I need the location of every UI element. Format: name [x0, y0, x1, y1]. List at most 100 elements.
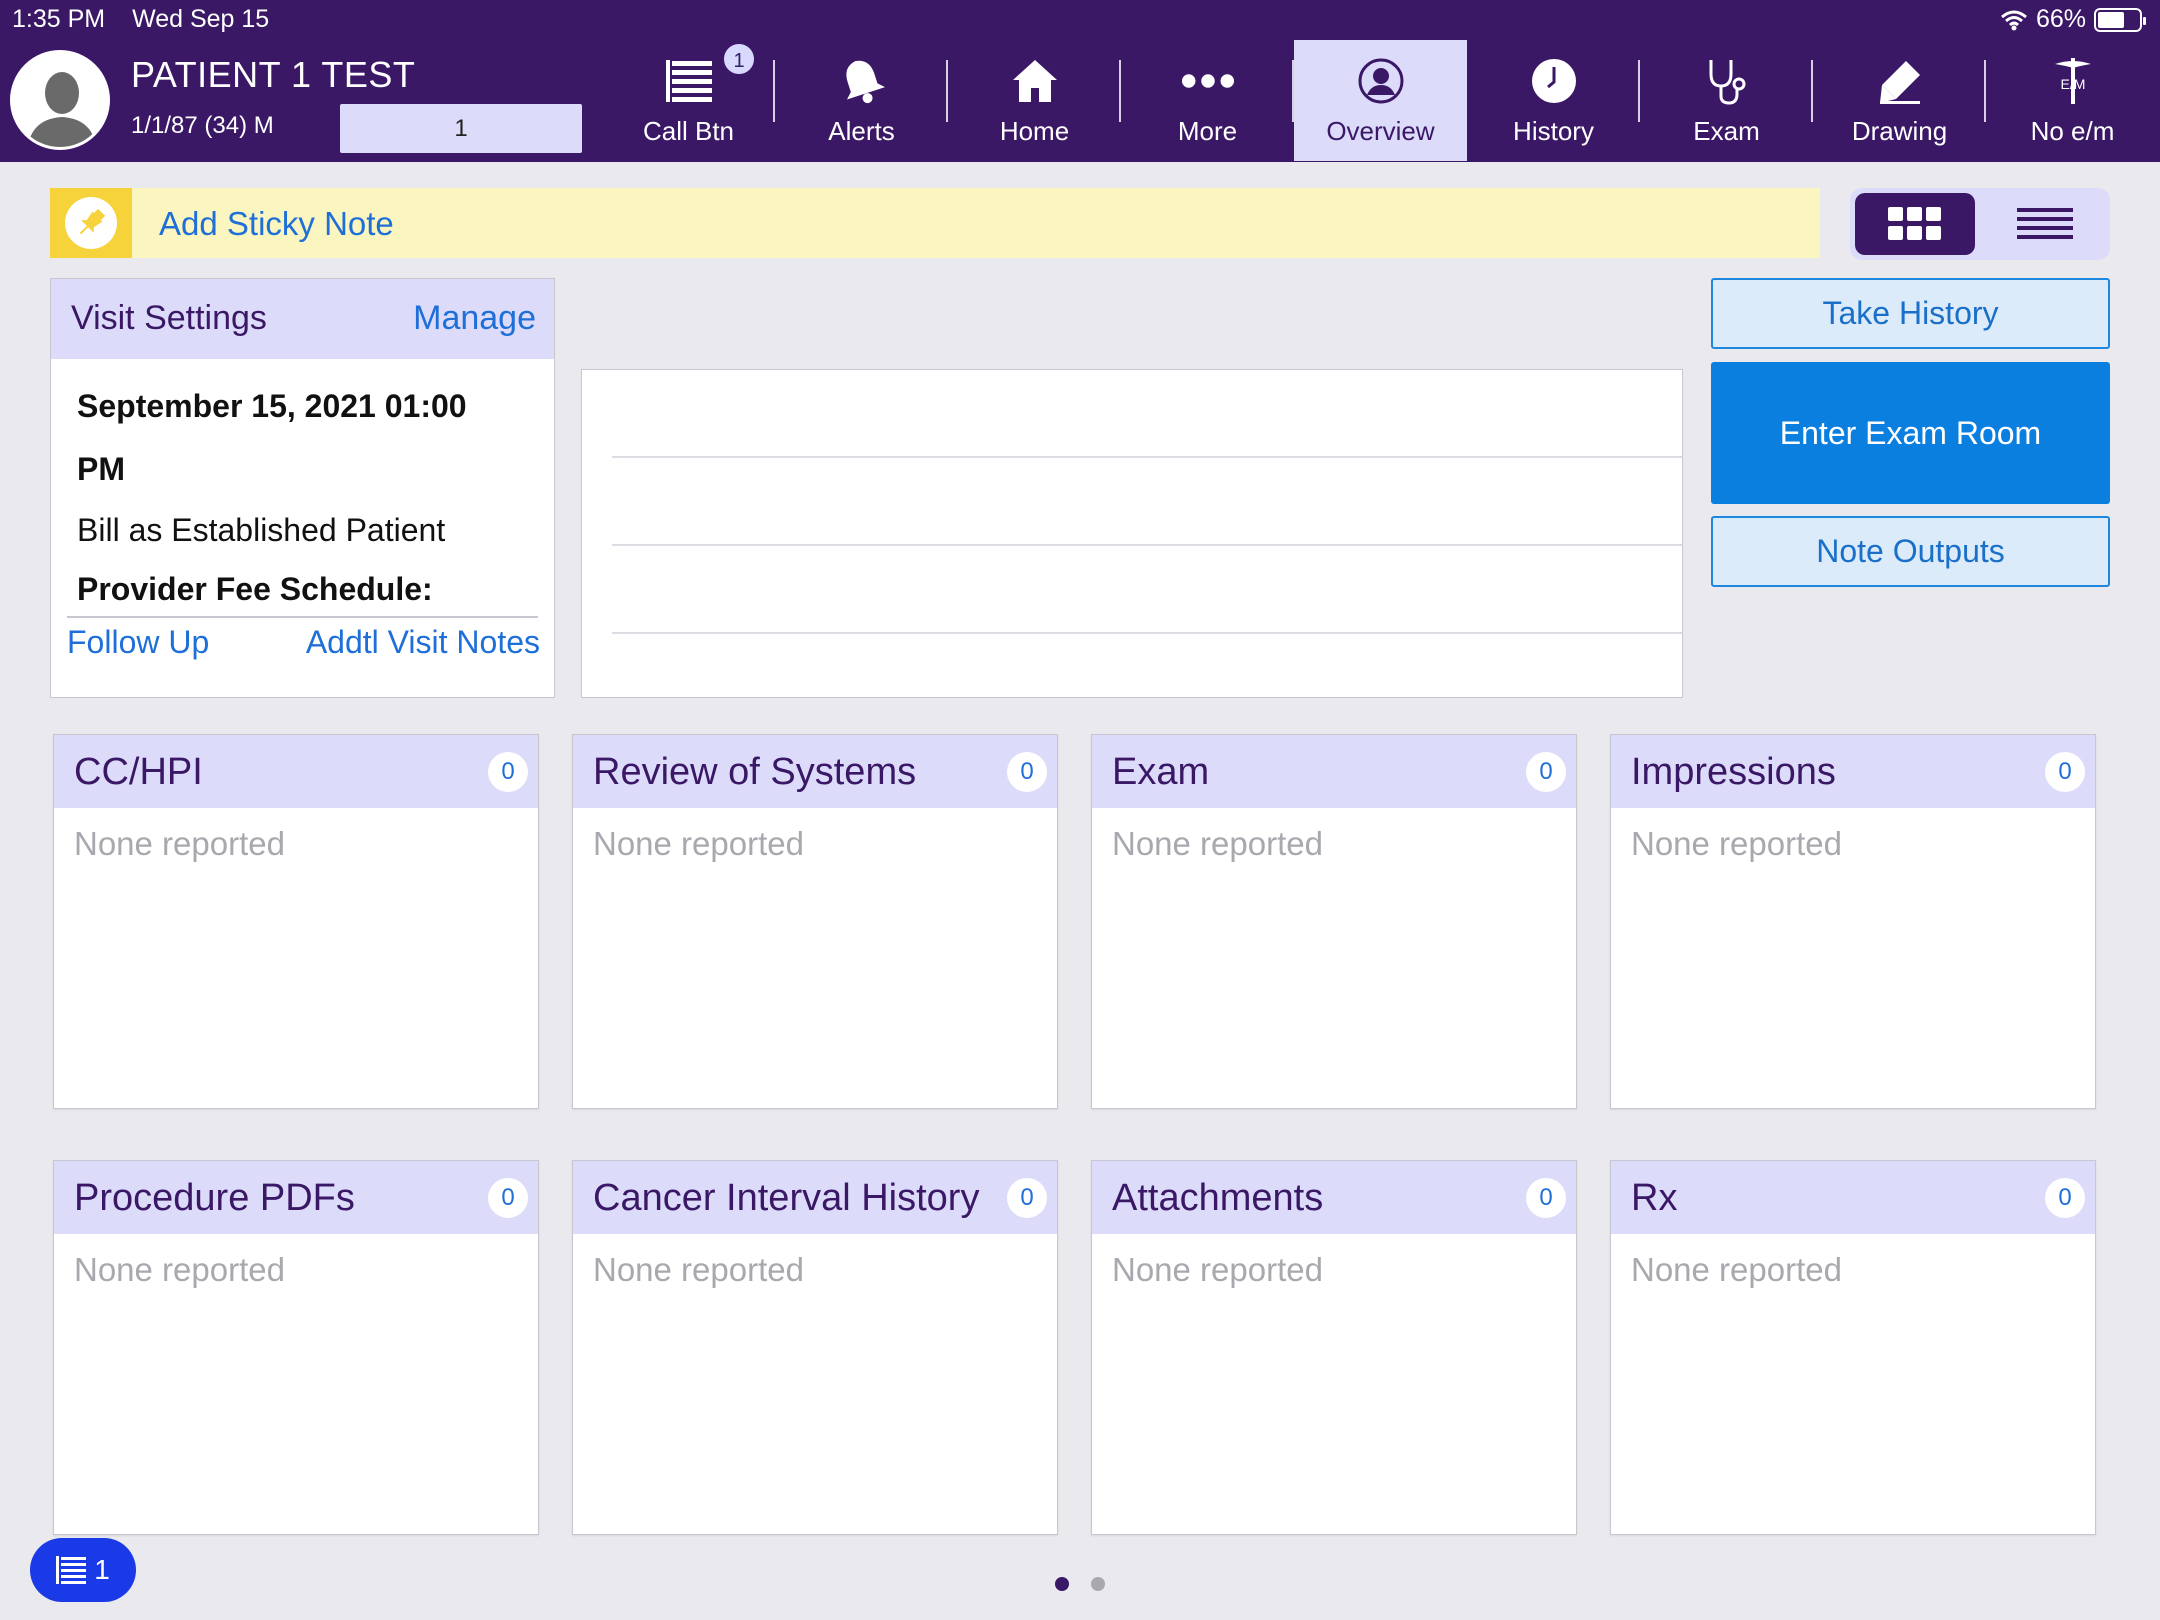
section-empty-text: None reported [1631, 825, 1842, 862]
billing-type: Bill as Established Patient [77, 512, 446, 548]
follow-up-link[interactable]: Follow Up [67, 624, 209, 661]
ruled-line [612, 456, 1682, 458]
section-empty-text: None reported [1631, 1251, 1842, 1288]
nav-label: No e/m [2030, 116, 2115, 146]
nav-label: Overview [1326, 116, 1435, 146]
nav-label: More [1177, 116, 1238, 146]
visit-links: Follow Up Addtl Visit Notes [67, 624, 540, 661]
list-lines-icon [2017, 208, 2073, 239]
section-count-badge: 0 [2045, 752, 2085, 792]
main-nav: 1 Call Btn Alerts Home More Overview His… [602, 40, 2159, 161]
nav-label: Exam [1693, 116, 1760, 146]
stethoscope-icon [1700, 54, 1754, 108]
section-title: Impressions [1631, 751, 1836, 793]
nav-label: History [1513, 116, 1594, 146]
section-empty-text: None reported [74, 825, 285, 862]
battery-percent: 66% [2035, 5, 2086, 33]
nav-label: Home [999, 116, 1070, 146]
visit-datetime-line2: PM [77, 451, 125, 487]
nav-overview[interactable]: Overview [1294, 40, 1467, 161]
grid-icon [1888, 207, 1941, 240]
section-title: Procedure PDFs [74, 1177, 355, 1219]
patient-name: PATIENT 1 TEST [131, 54, 416, 95]
nav-history[interactable]: History [1467, 40, 1640, 161]
notes-panel[interactable] [581, 369, 1683, 698]
nav-home[interactable]: Home [948, 40, 1121, 161]
list-icon [662, 54, 716, 108]
note-outputs-button[interactable]: Note Outputs [1711, 516, 2110, 587]
page-indicator-dot[interactable] [1091, 1577, 1105, 1591]
nav-label: Drawing [1851, 116, 1948, 146]
section-count-badge: 0 [1007, 1178, 1047, 1218]
section-empty-text: None reported [1112, 825, 1323, 862]
call-btn-badge: 1 [722, 42, 756, 76]
section-title: Attachments [1112, 1177, 1324, 1219]
nav-drawing[interactable]: Drawing [1813, 40, 1986, 161]
section-count-badge: 0 [1526, 752, 1566, 792]
caduceus-icon: E/M [2046, 54, 2100, 108]
patient-dob-age-sex: 1/1/87 (34) M [131, 112, 274, 139]
visit-settings-card: Visit Settings Manage September 15, 2021… [50, 278, 555, 698]
nav-no-em[interactable]: E/M No e/m [1986, 40, 2159, 161]
section-card-exam[interactable]: Exam 0 None reported [1091, 734, 1577, 1109]
list-icon [56, 1556, 87, 1584]
section-title: CC/HPI [74, 751, 203, 793]
floating-queue-button[interactable]: 1 [30, 1538, 136, 1602]
nav-more[interactable]: More [1121, 40, 1294, 161]
pencil-icon [1873, 54, 1927, 108]
take-history-button[interactable]: Take History [1711, 278, 2110, 349]
section-card-rx[interactable]: Rx 0 None reported [1610, 1160, 2096, 1535]
nav-alerts[interactable]: Alerts [775, 40, 948, 161]
grid-view-button[interactable] [1855, 193, 1975, 255]
section-title: Cancer Interval History [593, 1177, 980, 1219]
section-empty-text: None reported [593, 1251, 804, 1288]
section-card-procedure-pdfs[interactable]: Procedure PDFs 0 None reported [53, 1160, 539, 1535]
wifi-icon [2000, 10, 2027, 30]
addtl-visit-notes-link[interactable]: Addtl Visit Notes [306, 624, 540, 661]
list-view-button[interactable] [1985, 193, 2105, 255]
nav-call-btn[interactable]: 1 Call Btn [602, 40, 775, 161]
section-empty-text: None reported [1112, 1251, 1323, 1288]
view-toggle [1850, 188, 2110, 260]
add-sticky-note-label: Add Sticky Note [159, 205, 394, 242]
section-count-badge: 0 [1526, 1178, 1566, 1218]
patient-selector-field[interactable]: 1 [340, 104, 582, 153]
status-time: 1:35 PM [12, 5, 106, 33]
section-count-badge: 0 [1007, 752, 1047, 792]
status-bar-right: 66% [2000, 5, 2146, 34]
page-indicator-dot-active[interactable] [1055, 1577, 1069, 1591]
pushpin-icon [50, 188, 132, 258]
clock-icon [1527, 54, 1581, 108]
patient-avatar[interactable] [10, 50, 110, 150]
visit-datetime-line1: September 15, 2021 01:00 [77, 388, 467, 424]
status-bar-left: 1:35 PM Wed Sep 15 [12, 5, 289, 34]
section-card-impressions[interactable]: Impressions 0 None reported [1610, 734, 2096, 1109]
section-card-cc-hpi[interactable]: CC/HPI 0 None reported [53, 734, 539, 1109]
more-icon [1181, 54, 1235, 108]
fee-schedule-label: Provider Fee Schedule: [67, 562, 538, 618]
em-icon-text: E/M [2060, 76, 2085, 92]
section-count-badge: 0 [2045, 1178, 2085, 1218]
bell-icon [835, 54, 889, 108]
manage-link[interactable]: Manage [413, 299, 536, 338]
add-sticky-note-bar[interactable]: Add Sticky Note [50, 188, 1820, 258]
nav-label: Call Btn [642, 116, 735, 146]
visit-settings-header: Visit Settings Manage [51, 279, 554, 359]
nav-exam[interactable]: Exam [1640, 40, 1813, 161]
section-title: Exam [1112, 751, 1210, 793]
visit-settings-title: Visit Settings [71, 299, 267, 337]
floating-button-count: 1 [94, 1554, 110, 1585]
section-card-cancer-interval-history[interactable]: Cancer Interval History 0 None reported [572, 1160, 1058, 1535]
section-count-badge: 0 [488, 1178, 528, 1218]
visit-settings-body: September 15, 2021 01:00 PM Bill as Esta… [51, 359, 554, 618]
nav-label: Alerts [828, 116, 895, 146]
status-date: Wed Sep 15 [132, 5, 270, 33]
section-card-review-of-systems[interactable]: Review of Systems 0 None reported [572, 734, 1058, 1109]
ruled-line [612, 544, 1682, 546]
section-empty-text: None reported [593, 825, 804, 862]
person-icon [1354, 54, 1408, 108]
ruled-line [612, 632, 1682, 634]
top-header: 1:35 PM Wed Sep 15 66% PATIENT 1 TEST 1/… [0, 0, 2160, 162]
enter-exam-room-button[interactable]: Enter Exam Room [1711, 362, 2110, 504]
section-card-attachments[interactable]: Attachments 0 None reported [1091, 1160, 1577, 1535]
